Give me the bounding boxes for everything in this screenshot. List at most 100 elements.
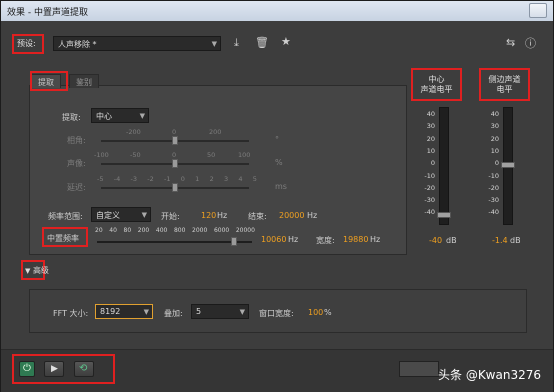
title-bar: 效果 - 中置声道提取 bbox=[1, 1, 553, 21]
extract-dropdown[interactable]: 中心 ▼ bbox=[91, 108, 149, 123]
apply-button[interactable] bbox=[399, 361, 439, 377]
delay-slider-thumb[interactable] bbox=[172, 183, 178, 192]
freq-tick: 20 bbox=[95, 227, 103, 234]
meter-scale-tick: 0 bbox=[430, 159, 435, 168]
chevron-down-icon: ▼ bbox=[141, 211, 147, 219]
meter-scale-tick: 0 bbox=[494, 159, 499, 168]
pan-tick: 50 bbox=[207, 151, 216, 159]
delay-tick: 2 bbox=[209, 175, 214, 183]
freq-tick: 800 bbox=[173, 227, 186, 234]
side-level-value[interactable]: -1.4 bbox=[492, 236, 508, 245]
side-level-label: 侧边声道 电平 bbox=[488, 75, 521, 94]
center-freq-value[interactable]: 10060 bbox=[261, 235, 286, 244]
delay-tick: -3 bbox=[130, 175, 137, 183]
delay-tick: 4 bbox=[238, 175, 243, 183]
delay-tick: -4 bbox=[113, 175, 121, 183]
start-value[interactable]: 120 bbox=[201, 211, 216, 220]
side-level-meter[interactable] bbox=[501, 107, 515, 225]
freq-tick: 200 bbox=[137, 227, 150, 234]
pan-tick: 100 bbox=[238, 151, 251, 159]
play-button[interactable]: ▶ bbox=[44, 361, 64, 377]
tab-discriminate[interactable]: 鉴别 bbox=[69, 74, 99, 88]
pan-tick: -100 bbox=[94, 151, 109, 159]
meter-scale-tick: -40 bbox=[424, 208, 435, 217]
angle-tick: 200 bbox=[209, 128, 222, 136]
chevron-down-icon: ▼ bbox=[143, 308, 149, 316]
center-level-thumb[interactable] bbox=[437, 212, 451, 218]
extract-label: 提取: bbox=[62, 113, 81, 122]
delay-tick: 1 bbox=[195, 175, 200, 183]
start-unit: Hz bbox=[217, 211, 228, 220]
end-value[interactable]: 20000 bbox=[279, 211, 304, 220]
meter-scale-tick: -40 bbox=[488, 208, 499, 217]
freq-tick: 6000 bbox=[213, 227, 230, 234]
width-unit: Hz bbox=[370, 235, 381, 244]
highlight-extract-tab bbox=[30, 71, 68, 91]
chevron-down-icon: ▼ bbox=[239, 308, 245, 316]
width-label: 宽度: bbox=[316, 236, 335, 245]
freq-tick: 40 bbox=[109, 227, 117, 234]
power-icon: ⏻ bbox=[23, 363, 31, 374]
center-level-value[interactable]: -40 bbox=[429, 236, 442, 245]
freq-range-value: 自定义 bbox=[96, 211, 120, 220]
freq-tick: 2000 bbox=[192, 227, 208, 234]
preset-dropdown[interactable]: 人声移除 * ▼ bbox=[53, 36, 221, 51]
center-level-unit: dB bbox=[446, 236, 457, 245]
meter-scale-tick: 20 bbox=[426, 134, 435, 143]
pan-slider-thumb[interactable] bbox=[172, 159, 178, 168]
meter-scale-tick: 30 bbox=[426, 122, 435, 131]
favorite-star-icon[interactable]: ★ bbox=[281, 35, 291, 48]
delete-preset-icon[interactable]: 🗑 bbox=[255, 36, 269, 49]
preset-value: 人声移除 * bbox=[58, 40, 97, 49]
meter-scale-tick: -30 bbox=[488, 196, 499, 205]
info-icon[interactable]: ⓘ bbox=[525, 35, 536, 51]
fft-dropdown[interactable]: 8192 ▼ bbox=[95, 304, 153, 319]
meter-scale-tick: -20 bbox=[424, 183, 435, 192]
meter-scale-tick: -20 bbox=[488, 183, 499, 192]
pan-label: 声像: bbox=[67, 159, 86, 168]
angle-slider-thumb[interactable] bbox=[172, 136, 178, 145]
center-freq-ticks: 20 40 80 200 400 800 2000 6000 20000 bbox=[95, 227, 255, 235]
end-label: 结束: bbox=[248, 212, 267, 221]
meter-scale-tick: 10 bbox=[426, 146, 435, 155]
routing-icon[interactable]: ⇆ bbox=[506, 36, 515, 49]
freq-tick: 20000 bbox=[235, 227, 255, 234]
window-width-unit: % bbox=[324, 308, 332, 317]
center-freq-slider-thumb[interactable] bbox=[231, 237, 237, 246]
center-level-label: 中心 声道电平 bbox=[420, 75, 453, 94]
meter-scale-tick: -30 bbox=[424, 196, 435, 205]
freq-range-label: 频率范围: bbox=[48, 212, 83, 221]
power-button[interactable]: ⏻ bbox=[19, 361, 35, 377]
save-preset-icon[interactable]: ⤓ bbox=[234, 36, 239, 50]
delay-tick: 5 bbox=[252, 175, 257, 183]
window-width-value[interactable]: 100 bbox=[308, 308, 323, 317]
meter-scale-tick: 10 bbox=[490, 146, 499, 155]
meter-scale-tick: -10 bbox=[488, 171, 499, 180]
loop-button[interactable]: ⟲ bbox=[74, 361, 94, 377]
center-level-meter[interactable] bbox=[437, 107, 451, 225]
freq-range-dropdown[interactable]: 自定义 ▼ bbox=[91, 207, 151, 222]
end-unit: Hz bbox=[307, 211, 318, 220]
advanced-toggle[interactable]: ▼ 高级 bbox=[25, 265, 49, 276]
side-level-thumb[interactable] bbox=[501, 161, 515, 168]
meter-scale-tick: 40 bbox=[426, 110, 435, 118]
center-freq-unit: Hz bbox=[288, 235, 299, 244]
delay-tick: 3 bbox=[223, 175, 229, 183]
effect-window: 效果 - 中置声道提取 预设: 人声移除 * ▼ ⤓ 🗑 ★ ⇆ ⓘ 提取 鉴别… bbox=[0, 0, 554, 392]
center-freq-slider[interactable] bbox=[97, 241, 252, 243]
overlap-value: 5 bbox=[196, 307, 202, 316]
width-value[interactable]: 19880 bbox=[343, 235, 368, 244]
triangle-down-icon: ▼ bbox=[25, 267, 31, 275]
delay-ticks: -5 -4 -3 -2 -1 0 1 2 3 4 5 bbox=[97, 175, 257, 183]
fft-value: 8192 bbox=[100, 307, 121, 316]
meter-scale-tick: 30 bbox=[490, 122, 499, 131]
delay-tick: -5 bbox=[97, 175, 104, 183]
advanced-label: 高级 bbox=[32, 266, 49, 275]
overlap-dropdown[interactable]: 5 ▼ bbox=[191, 304, 249, 319]
play-icon: ▶ bbox=[51, 364, 58, 374]
close-button[interactable] bbox=[529, 3, 547, 18]
angle-unit: ° bbox=[275, 135, 279, 144]
angle-tick: 0 bbox=[172, 128, 177, 136]
angle-tick: -200 bbox=[126, 128, 141, 136]
delay-tick: -1 bbox=[164, 175, 171, 183]
